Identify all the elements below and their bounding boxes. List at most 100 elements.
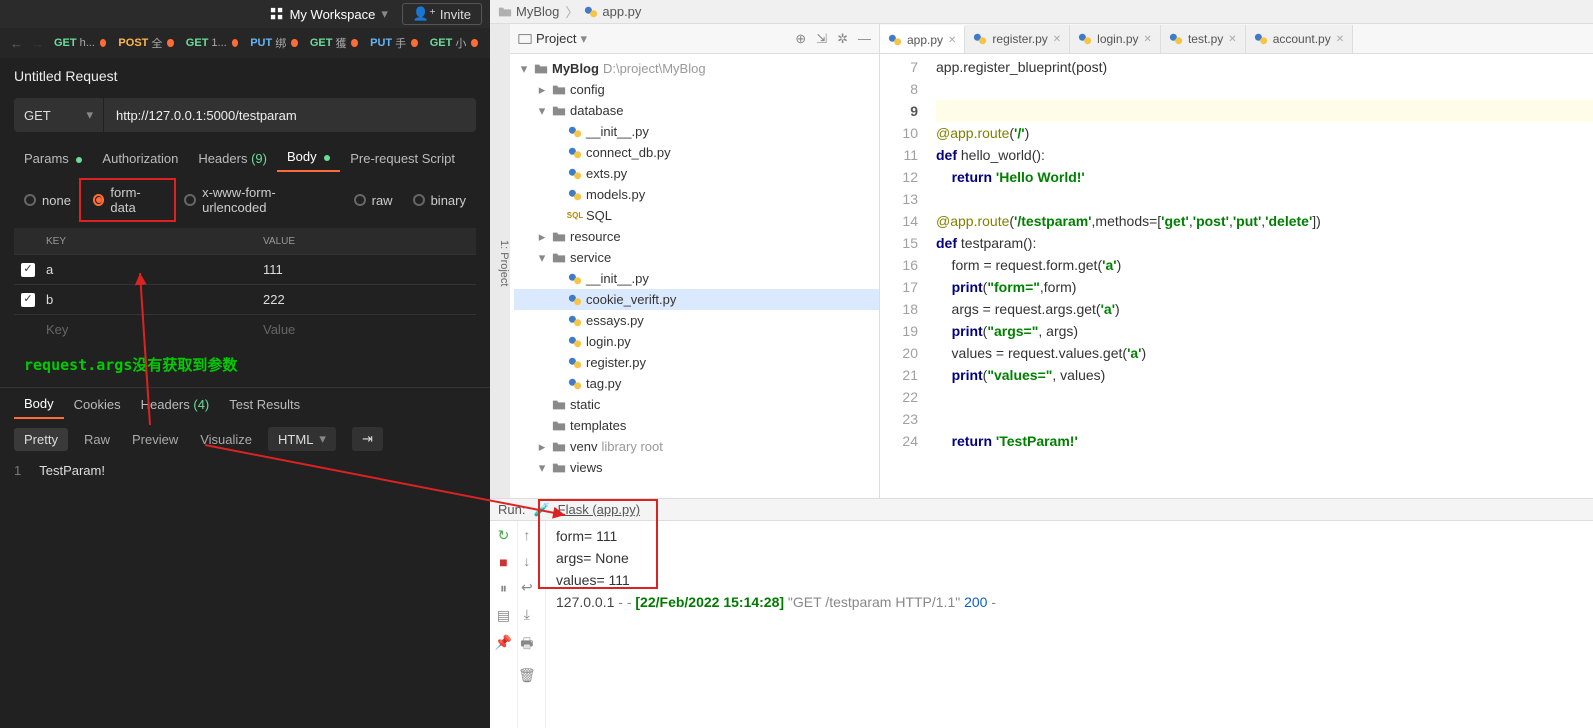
close-icon[interactable]: ✕ <box>948 35 956 46</box>
url-input[interactable]: http://127.0.0.1:5000/testparam <box>104 108 309 123</box>
request-tab[interactable]: GET1... <box>180 34 244 52</box>
tab-headers[interactable]: Headers (9) <box>188 145 277 172</box>
tree-file[interactable]: connect_db.py <box>514 142 879 163</box>
code-editor[interactable]: 789101112131415161718192021222324 app.re… <box>880 54 1593 498</box>
body-type-form-data[interactable]: form-data <box>83 182 173 218</box>
checkbox-icon[interactable]: ✓ <box>21 293 35 307</box>
editor-tab[interactable]: account.py✕ <box>1246 25 1353 53</box>
collapse-icon[interactable]: ⇲ <box>816 31 827 47</box>
tree-folder-static[interactable]: static <box>514 394 879 415</box>
response-tab-body[interactable]: Body <box>14 390 64 419</box>
request-tab[interactable]: POST全 <box>112 32 179 54</box>
tree-folder-views[interactable]: ▾views <box>514 457 879 478</box>
table-row-placeholder[interactable]: Key Value <box>14 314 476 344</box>
response-tab-headers[interactable]: Headers (4) <box>131 391 220 418</box>
preview-button[interactable]: Preview <box>126 428 184 451</box>
key-placeholder[interactable]: Key <box>42 322 259 337</box>
visualize-button[interactable]: Visualize <box>194 428 258 451</box>
rerun-icon[interactable]: ↻ <box>498 527 510 544</box>
tree-folder-database[interactable]: ▾database <box>514 100 879 121</box>
tree-folder-resource[interactable]: ▸resource <box>514 226 879 247</box>
value-header: VALUE <box>259 236 476 247</box>
checkbox-icon[interactable]: ✓ <box>21 263 35 277</box>
tree-file[interactable]: login.py <box>514 331 879 352</box>
tool-window-stripe[interactable]: 1: Project <box>490 24 510 498</box>
project-view-switcher[interactable]: Project ▾ <box>518 31 587 47</box>
response-tab-cookies[interactable]: Cookies <box>64 391 131 418</box>
request-tab[interactable]: PUT绑 <box>244 32 304 54</box>
editor-tab[interactable]: login.py✕ <box>1070 25 1161 53</box>
raw-button[interactable]: Raw <box>78 428 116 451</box>
tree-file[interactable]: models.py <box>514 184 879 205</box>
hide-icon[interactable]: — <box>858 31 871 47</box>
pin-icon[interactable]: 📌 <box>495 634 512 651</box>
request-title[interactable]: Untitled Request <box>0 58 490 94</box>
gear-icon[interactable]: ✲ <box>837 31 848 47</box>
value-placeholder[interactable]: Value <box>259 322 476 337</box>
tree-folder-templates[interactable]: templates <box>514 415 879 436</box>
wrap-icon[interactable]: ↩ <box>521 579 533 596</box>
tab-body[interactable]: Body <box>277 143 340 172</box>
tree-file[interactable]: tag.py <box>514 373 879 394</box>
tree-root[interactable]: ▾MyBlogD:\project\MyBlog <box>514 58 879 79</box>
body-type-urlencoded[interactable]: x-www-form-urlencoded <box>174 182 343 218</box>
stop-icon[interactable]: ■ <box>499 554 507 570</box>
request-tab[interactable]: GET小 <box>424 32 484 54</box>
layout-icon[interactable]: ▤ <box>497 607 510 624</box>
pretty-button[interactable]: Pretty <box>14 428 68 451</box>
compass-icon[interactable]: ⊕ <box>795 31 806 47</box>
key-cell[interactable]: a <box>42 262 259 277</box>
workspace-switcher[interactable]: My Workspace ▾ <box>270 6 388 22</box>
tree-file[interactable]: essays.py <box>514 310 879 331</box>
trash-icon[interactable]: 🗑 <box>518 667 536 684</box>
down-icon[interactable]: ↓ <box>523 553 530 569</box>
pause-icon[interactable]: ⏸ <box>500 580 507 597</box>
editor-tab[interactable]: register.py✕ <box>965 25 1070 53</box>
request-tab[interactable]: GETh... <box>48 34 112 52</box>
body-type-binary[interactable]: binary <box>403 190 476 211</box>
breadcrumb-folder[interactable]: MyBlog <box>498 4 559 19</box>
tree-folder-service[interactable]: ▾service <box>514 247 879 268</box>
tab-authorization[interactable]: Authorization <box>92 145 188 172</box>
method-select[interactable]: GET ▾ <box>14 98 104 132</box>
editor-tab[interactable]: app.py✕ <box>880 25 965 53</box>
source[interactable]: app.register_blueprint(post) @app.route(… <box>928 54 1593 498</box>
response-tab-tests[interactable]: Test Results <box>219 391 310 418</box>
breadcrumb-file[interactable]: app.py <box>584 4 641 19</box>
body-type-raw[interactable]: raw <box>344 190 403 211</box>
tree-file[interactable]: register.py <box>514 352 879 373</box>
run-config-name[interactable]: Flask (app.py) <box>558 502 640 517</box>
table-row[interactable]: ✓ b 222 <box>14 284 476 314</box>
close-icon[interactable]: ✕ <box>1336 34 1344 45</box>
table-row[interactable]: ✓ a 111 <box>14 254 476 284</box>
tree-file[interactable]: __init__.py <box>514 121 879 142</box>
close-icon[interactable]: ✕ <box>1228 34 1236 45</box>
forward-icon[interactable]: → <box>31 36 44 51</box>
format-select[interactable]: HTML ▾ <box>268 427 336 451</box>
scroll-icon[interactable]: ⤓ <box>524 606 530 623</box>
print-icon[interactable]: 🖶 <box>520 633 533 657</box>
request-tab[interactable]: GET獲 <box>304 32 364 54</box>
console-output[interactable]: form= 111 args= None values= 111 127.0.0… <box>546 521 1593 728</box>
tab-prerequest[interactable]: Pre-request Script <box>340 145 465 172</box>
wrap-lines-icon[interactable]: ⇥ <box>352 427 383 451</box>
body-type-none[interactable]: none <box>14 190 81 211</box>
tree-file-selected[interactable]: cookie_verift.py <box>514 289 879 310</box>
tree-folder-config[interactable]: ▸config <box>514 79 879 100</box>
key-cell[interactable]: b <box>42 292 259 307</box>
back-icon[interactable]: ← <box>10 36 23 51</box>
tree-file[interactable]: __init__.py <box>514 268 879 289</box>
project-tree[interactable]: ▾MyBlogD:\project\MyBlog ▸config ▾databa… <box>510 54 879 498</box>
close-icon[interactable]: ✕ <box>1144 34 1152 45</box>
up-icon[interactable]: ↑ <box>523 527 530 543</box>
value-cell[interactable]: 111 <box>259 262 476 277</box>
value-cell[interactable]: 222 <box>259 292 476 307</box>
request-tab[interactable]: PUT手 <box>364 32 424 54</box>
tree-file[interactable]: exts.py <box>514 163 879 184</box>
tab-params[interactable]: Params <box>14 145 92 172</box>
tree-file[interactable]: SQLSQL <box>514 205 879 226</box>
invite-button[interactable]: 👤⁺ Invite <box>402 3 482 25</box>
tree-folder-venv[interactable]: ▸venvlibrary root <box>514 436 879 457</box>
close-icon[interactable]: ✕ <box>1053 34 1061 45</box>
editor-tab[interactable]: test.py✕ <box>1161 25 1246 53</box>
